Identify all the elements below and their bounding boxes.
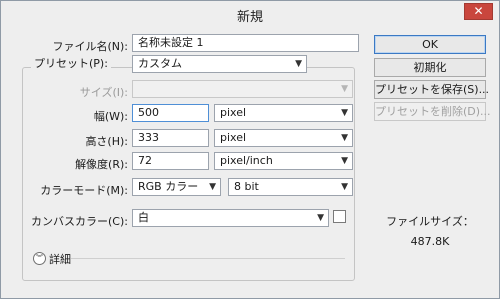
close-icon: ✕ [473, 4, 484, 18]
width-label: 幅(W): [93, 110, 128, 123]
height-unit-value: pixel [220, 131, 247, 144]
ok-button[interactable]: OK [374, 35, 486, 54]
resolution-unit-value: pixel/inch [220, 154, 273, 167]
reset-button[interactable]: 初期化 [374, 58, 486, 77]
width-unit-value: pixel [220, 106, 247, 119]
bit-depth-select[interactable]: 8 bit ▼ [228, 178, 353, 196]
preset-label: プリセット(P): [31, 56, 111, 72]
height-input[interactable]: 333 [132, 129, 209, 147]
filename-label: ファイル名(N): [52, 40, 128, 53]
chevron-down-icon: ▼ [209, 182, 216, 192]
filename-input[interactable]: 名称未設定 1 [132, 34, 359, 52]
chevron-down-icon: ▼ [341, 84, 348, 94]
chevron-down-icon: ▼ [341, 108, 348, 118]
close-button[interactable]: ✕ [464, 3, 493, 20]
resolution-unit-select[interactable]: pixel/inch ▼ [214, 152, 353, 170]
width-input[interactable]: 500 [132, 104, 209, 122]
details-divider [71, 258, 345, 259]
bit-depth-value: 8 bit [234, 180, 259, 193]
preset-value: カスタム [138, 57, 182, 70]
chevron-down-icon: ▼ [341, 133, 348, 143]
canvas-color-select[interactable]: 白 ▼ [132, 209, 329, 227]
chevron-down-icon: ▼ [341, 156, 348, 166]
title-bar: 新規 ✕ [1, 1, 499, 27]
color-mode-select[interactable]: RGB カラー ▼ [132, 178, 221, 196]
canvas-color-value: 白 [138, 211, 149, 224]
resolution-label: 解像度(R): [75, 158, 128, 171]
color-mode-value: RGB カラー [138, 180, 199, 193]
resolution-input[interactable]: 72 [132, 152, 209, 170]
details-label[interactable]: 詳細 [49, 251, 71, 267]
width-unit-select[interactable]: pixel ▼ [214, 104, 353, 122]
double-chevron-down-icon[interactable]: ︾ [33, 252, 46, 265]
height-unit-select[interactable]: pixel ▼ [214, 129, 353, 147]
chevron-down-icon: ▼ [295, 59, 302, 69]
size-select: ▼ [132, 80, 353, 98]
color-mode-label: カラーモード(M): [40, 184, 128, 197]
canvas-color-swatch[interactable] [333, 210, 346, 223]
preset-group [22, 67, 355, 281]
dialog-title: 新規 [236, 10, 263, 25]
canvas-color-label: カンバスカラー(C): [31, 215, 128, 228]
file-size-value: 487.8K [410, 235, 450, 248]
height-label: 高さ(H): [85, 135, 128, 148]
save-preset-button[interactable]: プリセットを保存(S)... [374, 80, 489, 99]
new-document-dialog: 新規 ✕ ファイル名(N): 名称未設定 1 プリセット(P): カスタム ▼ … [0, 0, 500, 299]
delete-preset-button: プリセットを削除(D)... [374, 102, 491, 121]
chevron-down-icon: ▼ [317, 213, 324, 223]
chevron-down-icon: ▼ [341, 182, 348, 192]
size-label: サイズ(I): [79, 86, 128, 99]
file-size-label: ファイルサイズ： [386, 215, 474, 228]
preset-select[interactable]: カスタム ▼ [132, 55, 307, 73]
